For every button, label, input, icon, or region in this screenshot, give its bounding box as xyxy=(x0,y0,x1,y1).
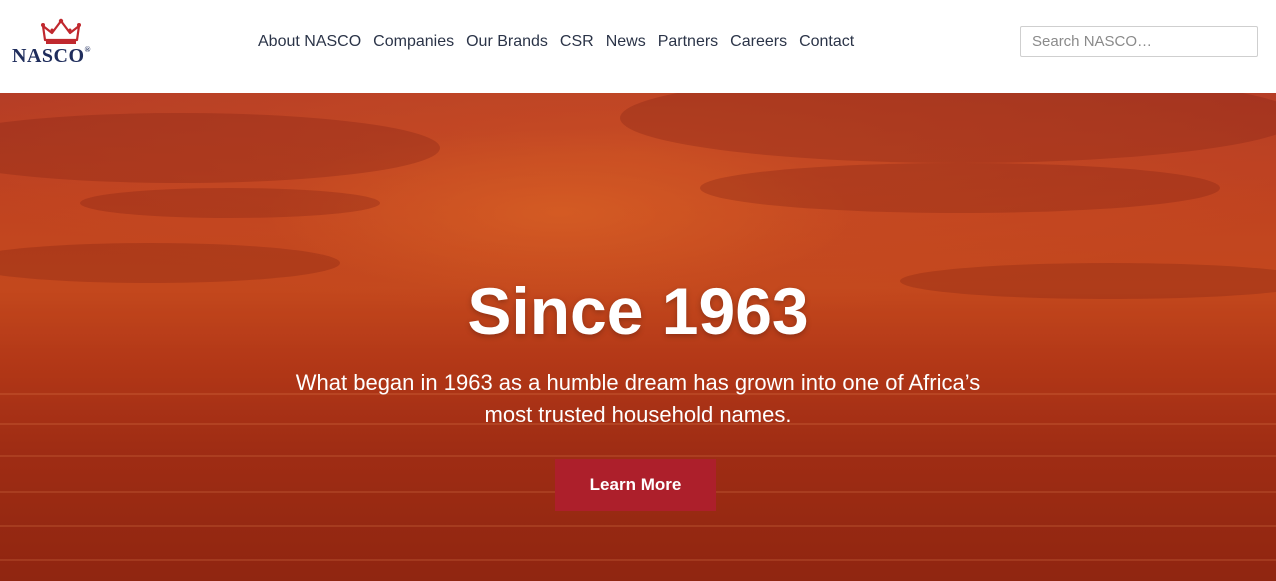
search-input[interactable] xyxy=(1020,26,1258,57)
nav-item-csr[interactable]: CSR xyxy=(560,33,594,51)
crown-icon xyxy=(41,18,81,44)
nav-item-about[interactable]: About NASCO xyxy=(258,33,361,51)
brand-wordmark: NASCO® xyxy=(12,45,91,68)
hero-banner: Since 1963 What began in 1963 as a humbl… xyxy=(0,93,1276,581)
nasco-logo[interactable]: NASCO® xyxy=(10,18,114,68)
registered-mark: ® xyxy=(84,45,91,54)
main-nav: About NASCO Companies Our Brands CSR New… xyxy=(258,33,866,51)
site-header: NASCO® About NASCO Companies Our Brands … xyxy=(0,0,1276,93)
nav-item-partners[interactable]: Partners xyxy=(658,33,718,51)
learn-more-button[interactable]: Learn More xyxy=(555,459,716,511)
nav-item-companies[interactable]: Companies xyxy=(373,33,454,51)
nav-item-news[interactable]: News xyxy=(606,33,646,51)
hero-subtitle: What began in 1963 as a humble dream has… xyxy=(295,370,981,427)
brand-name: NASCO xyxy=(12,45,85,67)
nav-item-our-brands[interactable]: Our Brands xyxy=(466,33,548,51)
hero-title: Since 1963 xyxy=(467,274,809,348)
nav-item-careers[interactable]: Careers xyxy=(730,33,787,51)
nav-item-contact[interactable]: Contact xyxy=(799,33,854,51)
